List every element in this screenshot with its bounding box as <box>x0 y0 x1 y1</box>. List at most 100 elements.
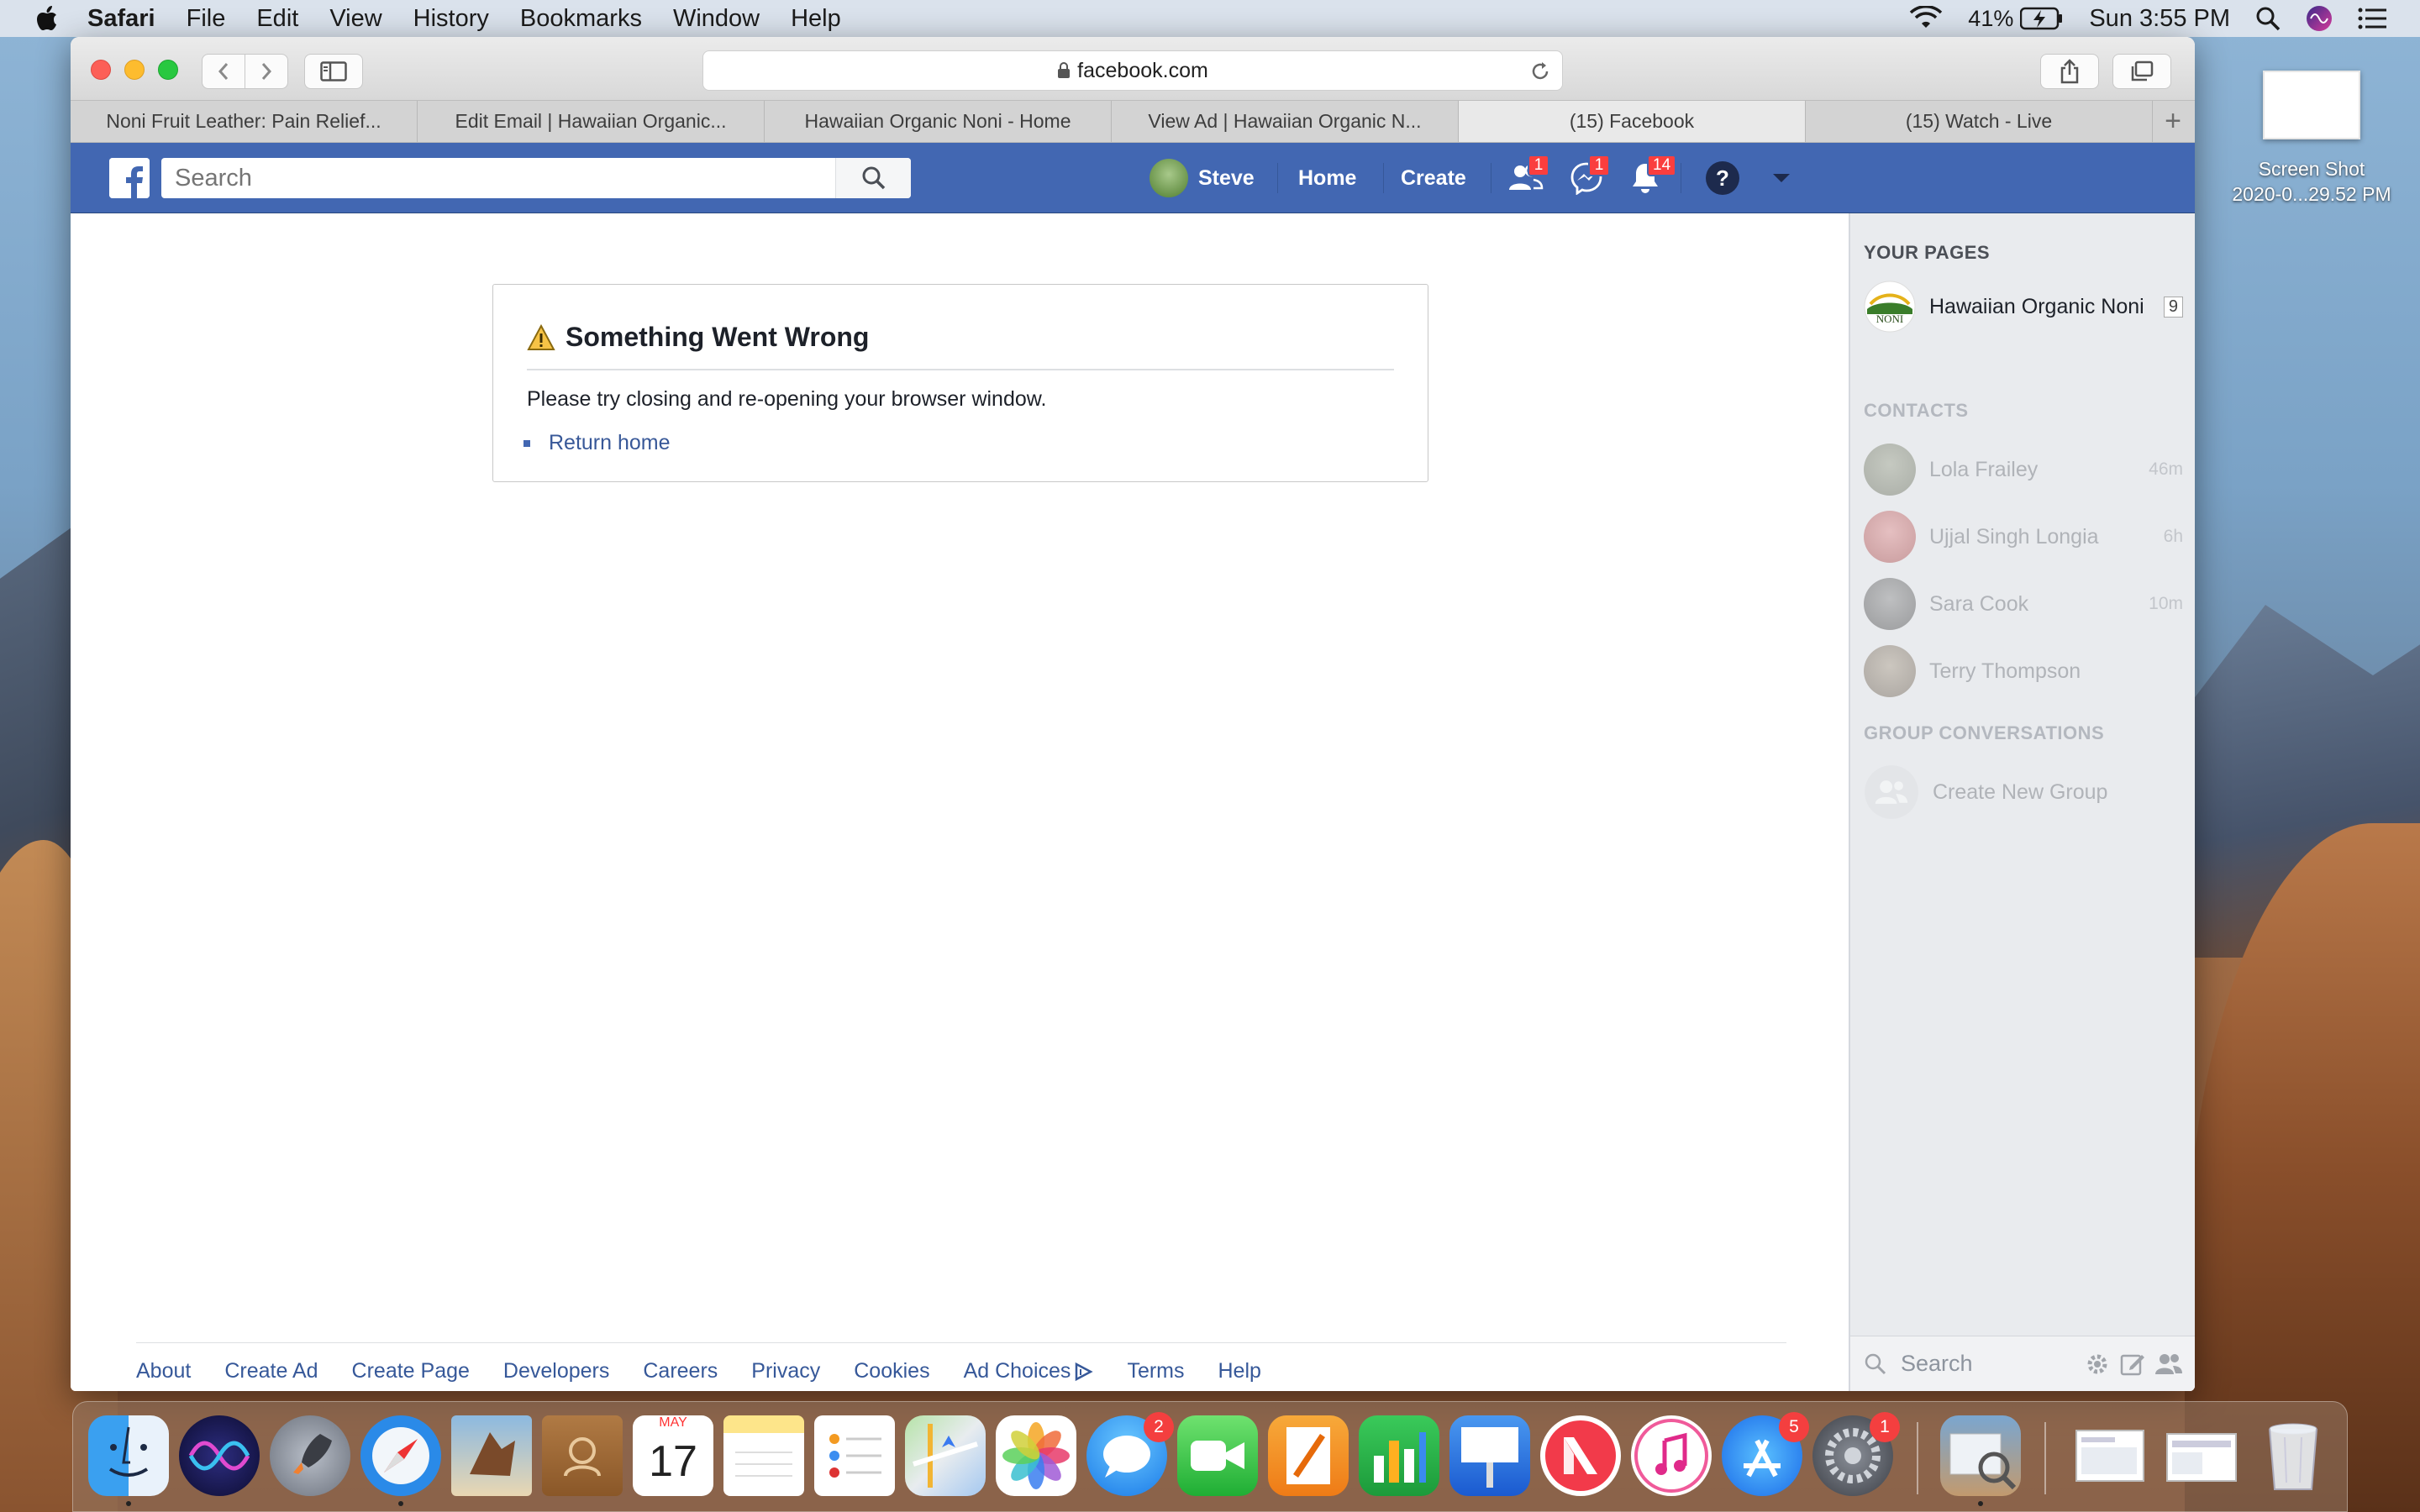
menu-history[interactable]: History <box>413 5 489 33</box>
menu-help[interactable]: Help <box>791 5 841 33</box>
messenger-button[interactable]: 1 <box>1566 155 1610 198</box>
footer-about-link[interactable]: About <box>136 1359 191 1383</box>
contact-item[interactable]: Sara Cook 10m <box>1864 576 2183 632</box>
menu-edit[interactable]: Edit <box>256 5 298 33</box>
notes-icon[interactable] <box>723 1415 804 1496</box>
contact-item[interactable]: Ujjal Singh Longia 6h <box>1864 509 2183 564</box>
forward-button[interactable] <box>245 54 288 89</box>
file-name-line2: 2020-0...29.52 PM <box>2232 183 2391 205</box>
account-menu-button[interactable] <box>1761 158 1802 198</box>
photos-icon[interactable] <box>996 1415 1076 1496</box>
pages-icon[interactable] <box>1268 1415 1349 1496</box>
chat-search-label: Search <box>1901 1351 1973 1376</box>
menu-window[interactable]: Window <box>673 5 760 33</box>
news-icon[interactable] <box>1540 1415 1621 1496</box>
wifi-icon[interactable] <box>1909 6 1943 31</box>
keynote-icon[interactable] <box>1449 1415 1530 1496</box>
messages-icon[interactable]: 2 <box>1086 1412 1174 1496</box>
numbers-icon[interactable] <box>1359 1415 1439 1496</box>
contacts-heading: CONTACTS <box>1864 400 1969 421</box>
sidebar-toggle-button[interactable] <box>304 54 363 89</box>
footer-create-page-link[interactable]: Create Page <box>352 1359 470 1383</box>
compose-icon[interactable] <box>2119 1351 2146 1378</box>
tab-watch-live[interactable]: (15) Watch - Live <box>1806 101 2153 142</box>
footer-privacy-link[interactable]: Privacy <box>751 1359 820 1383</box>
contact-name: Sara Cook <box>1929 591 2029 616</box>
footer-cookies-link[interactable]: Cookies <box>854 1359 929 1383</box>
user-avatar <box>1150 159 1188 197</box>
downloads-stack-icon[interactable] <box>2071 1415 2152 1496</box>
new-group-icon[interactable] <box>2154 1351 2183 1378</box>
create-link[interactable]: Create <box>1401 143 1466 213</box>
calendar-icon[interactable]: MAY 17 <box>633 1415 713 1496</box>
reminders-icon[interactable] <box>814 1415 895 1496</box>
app-store-icon[interactable]: 5 <box>1722 1412 1809 1496</box>
reload-icon[interactable] <box>1528 60 1552 83</box>
facebook-search-input[interactable] <box>161 159 835 197</box>
calendar-month: MAY <box>659 1415 687 1430</box>
error-panel: Something Went Wrong Please try closing … <box>492 284 1428 482</box>
chat-search-bar[interactable]: Search <box>1850 1336 2195 1391</box>
friend-requests-button[interactable]: 1 <box>1506 155 1549 198</box>
return-home-link[interactable]: Return home <box>549 431 671 455</box>
footer-developers-link[interactable]: Developers <box>503 1359 609 1383</box>
facebook-logo-icon[interactable] <box>109 158 150 198</box>
documents-stack-icon[interactable] <box>2162 1415 2243 1496</box>
siri-app-icon[interactable] <box>179 1415 260 1496</box>
finder-icon[interactable] <box>88 1415 169 1496</box>
menu-safari[interactable]: Safari <box>87 5 155 33</box>
menu-bookmarks[interactable]: Bookmarks <box>520 5 642 33</box>
window-zoom-button[interactable] <box>158 60 178 80</box>
trash-icon[interactable] <box>2253 1415 2333 1496</box>
tab-facebook[interactable]: (15) Facebook <box>1459 101 1806 142</box>
contact-item[interactable]: Terry Thompson <box>1864 643 2183 699</box>
create-new-group-button[interactable]: Create New Group <box>1864 764 2183 820</box>
profile-link[interactable]: Steve <box>1150 143 1255 213</box>
page-item-hawaiian-organic-noni[interactable]: NONI Hawaiian Organic Noni 9 <box>1864 279 2183 334</box>
battery-icon[interactable] <box>2020 7 2064 30</box>
footer-careers-link[interactable]: Careers <box>643 1359 718 1383</box>
desktop-screenshot-file[interactable]: Screen Shot 2020-0...29.52 PM <box>2215 71 2408 207</box>
footer-ad-choices-link[interactable]: Ad Choices <box>964 1359 1094 1383</box>
new-tab-button[interactable]: + <box>2153 101 2193 142</box>
menu-file[interactable]: File <box>187 5 226 33</box>
svg-text:?: ? <box>1716 165 1729 191</box>
back-button[interactable] <box>202 54 245 89</box>
notification-center-icon[interactable] <box>2358 8 2386 29</box>
menubar-clock[interactable]: Sun 3:55 PM <box>2089 5 2230 33</box>
apple-menu-icon[interactable] <box>35 5 59 32</box>
preview-icon[interactable] <box>1940 1415 2021 1496</box>
mail-stamp-icon[interactable] <box>451 1415 532 1496</box>
siri-icon[interactable] <box>2306 5 2333 32</box>
launchpad-icon[interactable] <box>270 1415 350 1496</box>
show-tabs-button[interactable] <box>2112 54 2171 89</box>
gear-icon[interactable] <box>2084 1351 2111 1378</box>
window-minimize-button[interactable] <box>124 60 145 80</box>
contact-item[interactable]: Lola Frailey 46m <box>1864 442 2183 497</box>
music-icon[interactable] <box>1631 1415 1712 1496</box>
footer-create-ad-link[interactable]: Create Ad <box>224 1359 318 1383</box>
contact-last-active: 10m <box>2149 594 2183 613</box>
dock: MAY 17 2 5 1 <box>72 1401 2348 1512</box>
home-link[interactable]: Home <box>1298 143 1356 213</box>
contacts-book-icon[interactable] <box>542 1415 623 1496</box>
tab-hawaiian-organic-home[interactable]: Hawaiian Organic Noni - Home <box>765 101 1112 142</box>
maps-icon[interactable] <box>905 1415 986 1496</box>
tab-view-ad[interactable]: View Ad | Hawaiian Organic N... <box>1112 101 1459 142</box>
help-button[interactable]: ? <box>1702 158 1743 198</box>
system-preferences-icon[interactable]: 1 <box>1812 1412 1900 1496</box>
facetime-icon[interactable] <box>1177 1415 1258 1496</box>
address-bar[interactable]: facebook.com <box>702 50 1563 91</box>
safari-app-icon[interactable] <box>360 1415 441 1496</box>
menu-view[interactable]: View <box>329 5 381 33</box>
share-button[interactable] <box>2040 54 2099 89</box>
tab-noni-fruit-leather[interactable]: Noni Fruit Leather: Pain Relief... <box>71 101 418 142</box>
window-close-button[interactable] <box>91 60 111 80</box>
tab-edit-email[interactable]: Edit Email | Hawaiian Organic... <box>418 101 765 142</box>
page-name: Hawaiian Organic Noni <box>1929 294 2144 318</box>
notifications-button[interactable]: 14 <box>1625 155 1677 198</box>
footer-help-link[interactable]: Help <box>1218 1359 1261 1383</box>
spotlight-search-icon[interactable] <box>2255 6 2281 31</box>
footer-terms-link[interactable]: Terms <box>1127 1359 1184 1383</box>
facebook-search-button[interactable] <box>835 158 911 198</box>
